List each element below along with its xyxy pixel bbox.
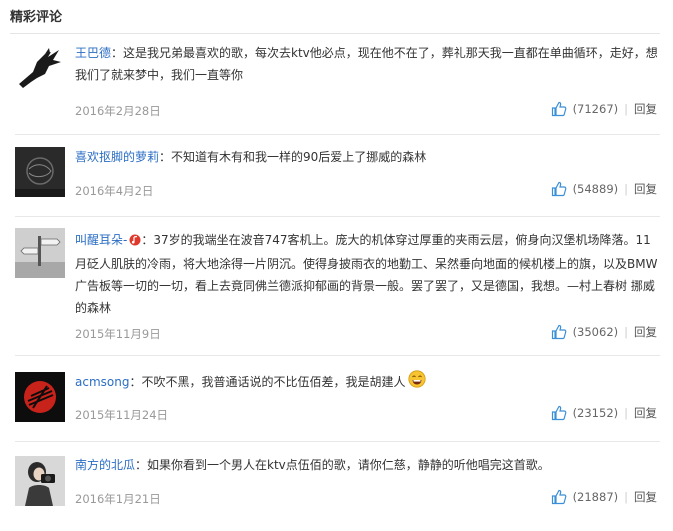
crow-avatar[interactable] [15,44,65,94]
comment-username[interactable]: acmsong [75,375,129,389]
title-divider [10,33,660,34]
comment-separator: ： [141,233,154,247]
comment-username[interactable]: 叫醒耳朵- [75,233,127,247]
comment-divider [15,441,660,442]
thumbs-up-icon[interactable] [551,181,567,197]
comment-item: 叫醒耳朵- ：37岁的我端坐在波音747客机上。庞大的机体穿过厚重的夹雨云层，俯身… [0,220,673,355]
comment-text: 不吹不黑，我普通话说的不比伍佰差，我是胡建人 [141,375,406,389]
thumbs-up-icon[interactable] [551,101,567,117]
comment-item: 王巴德：这是我兄弟最喜欢的歌，每次去ktv他必点，现在他不在了，葬礼那天我一直都… [0,38,673,134]
comment-actions: (71267) | 回复 [551,101,657,117]
music-badge-icon [129,231,141,253]
comment-divider [15,134,660,135]
like-count: (23152) [572,406,619,420]
comment-text: 如果你看到一个男人在ktv点伍佰的歌，请你仁慈，静静的听他唱完这首歌。 [147,458,550,472]
comment-username[interactable]: 喜欢抠脚的萝莉 [75,150,159,164]
comment-username[interactable]: 南方的北瓜 [75,458,135,472]
action-divider: | [624,182,628,196]
comment-date: 2015年11月9日 [75,327,161,341]
comment-item: acmsong：不吹不黑，我普通话说的不比伍佰差，我是胡建人 2015年11月2… [0,359,673,439]
comment-text: 这是我兄弟最喜欢的歌，每次去ktv他必点，现在他不在了，葬礼那天我一直都在单曲循… [75,46,658,82]
comment-divider [15,216,660,217]
comment-item: 喜欢抠脚的萝莉：不知道有木有和我一样的90后爱上了挪威的森林 2016年4月2日… [0,137,673,212]
comment-separator: ： [159,150,172,164]
thumbs-up-icon[interactable] [551,405,567,421]
dark-texture-avatar[interactable] [15,147,65,197]
comment-date: 2016年1月21日 [75,492,161,506]
action-divider: | [624,102,628,116]
like-count: (71267) [572,102,619,116]
laughing-emoji-icon [407,370,426,395]
comment-separator: ： [135,458,148,472]
comment-username[interactable]: 王巴德 [75,46,111,60]
comment-divider [15,355,660,356]
signpost-avatar[interactable] [15,228,65,278]
reply-button[interactable]: 回复 [634,489,657,505]
reply-button[interactable]: 回复 [634,324,657,340]
thumbs-up-icon[interactable] [551,324,567,340]
action-divider: | [624,406,628,420]
comment-date: 2016年4月2日 [75,184,154,198]
comment-date: 2016年2月28日 [75,104,161,118]
like-count: (21887) [572,490,619,504]
comment-actions: (54889) | 回复 [551,181,657,197]
comment-separator: ： [111,46,124,60]
comment-actions: (35062) | 回复 [551,324,657,340]
comment-date: 2015年11月24日 [75,408,169,422]
action-divider: | [624,325,628,339]
red-logo-avatar[interactable] [15,372,65,422]
comment-actions: (21887) | 回复 [551,489,657,505]
section-title: 精彩评论 [10,10,63,25]
reply-button[interactable]: 回复 [634,101,657,117]
comment-text: 不知道有木有和我一样的90后爱上了挪威的森林 [171,150,427,164]
comment-text: 37岁的我端坐在波音747客机上。庞大的机体穿过厚重的夹雨云层，俯身向汉堡机场降… [75,233,658,315]
like-count: (35062) [572,325,619,339]
comment-actions: (23152) | 回复 [551,405,657,421]
action-divider: | [624,490,628,504]
photographer-avatar[interactable] [15,456,65,506]
reply-button[interactable]: 回复 [634,405,657,421]
thumbs-up-icon[interactable] [551,489,567,505]
reply-button[interactable]: 回复 [634,181,657,197]
like-count: (54889) [572,182,619,196]
comment-item: 南方的北瓜：如果你看到一个男人在ktv点伍佰的歌，请你仁慈，静静的听他唱完这首歌… [0,444,673,531]
comment-separator: ： [129,375,142,389]
